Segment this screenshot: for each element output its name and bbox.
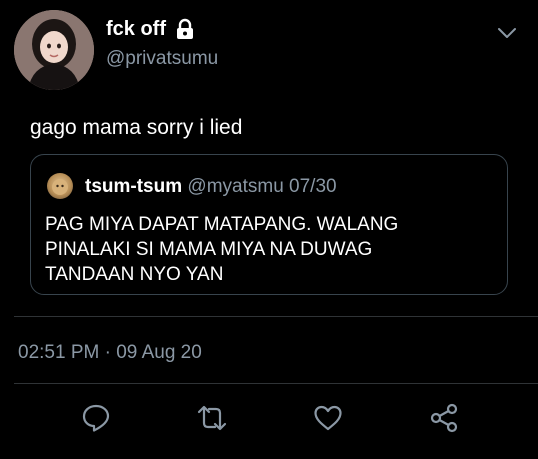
reply-icon[interactable] [80, 402, 112, 434]
quoted-header: tsum-tsum @myatsmu 07/30 [85, 175, 337, 199]
retweet-icon[interactable] [196, 402, 228, 434]
tweet-text: gago mama sorry i lied [30, 116, 243, 139]
author-name[interactable]: fck off [106, 17, 166, 41]
share-icon[interactable] [428, 402, 460, 434]
quoted-tweet-card[interactable]: tsum-tsum @myatsmu 07/30 PAG MIYA DAPAT … [30, 154, 508, 295]
like-icon[interactable] [312, 402, 344, 434]
quoted-date: 07/30 [289, 176, 337, 197]
action-bar [0, 402, 538, 434]
quoted-tweet-text: PAG MIYA DAPAT MATAPANG. WALANG PINALAKI… [45, 212, 495, 287]
chevron-down-icon[interactable] [496, 22, 518, 44]
author-name-row: fck off [106, 17, 196, 41]
quoted-avatar [47, 173, 73, 199]
quoted-text-line: TANDAAN NYO YAN [45, 264, 224, 285]
lock-icon [174, 18, 196, 40]
quoted-author-name: tsum-tsum [85, 176, 183, 197]
tweet-timestamp: 02:51 PM · 09 Aug 20 [18, 342, 202, 363]
divider [14, 383, 538, 384]
author-avatar[interactable] [14, 10, 94, 90]
avatar-photo [14, 10, 94, 90]
author-handle[interactable]: @privatsumu [106, 48, 218, 70]
quoted-text-line: PAG MIYA DAPAT MATAPANG. WALANG [45, 214, 399, 235]
quoted-author-handle: @myatsmu [187, 176, 284, 197]
quoted-text-line: PINALAKI SI MAMA MIYA NA DUWAG [45, 239, 373, 260]
divider [14, 316, 538, 317]
